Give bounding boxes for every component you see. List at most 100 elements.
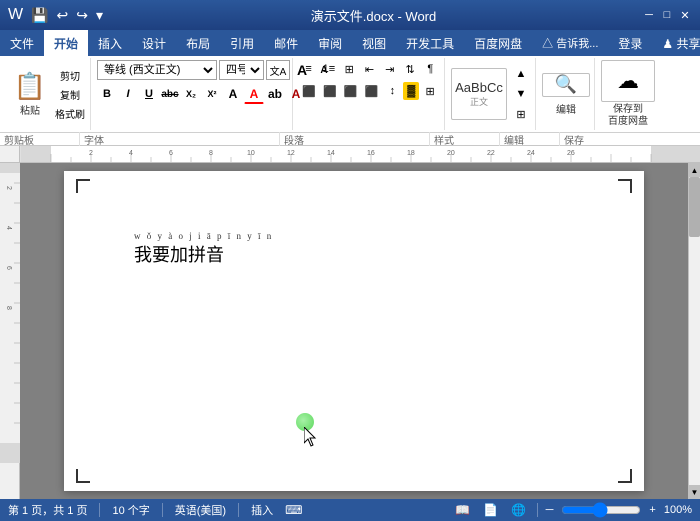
multilevel-button[interactable]: ⊞ <box>340 60 359 78</box>
bold-button[interactable]: B <box>97 84 117 104</box>
menu-developer[interactable]: 开发工具 <box>396 30 464 56</box>
status-zoom-out[interactable]: ─ <box>546 504 554 516</box>
redo-quick-btn[interactable]: ↪ <box>74 5 90 26</box>
svg-text:4: 4 <box>129 150 133 157</box>
svg-text:8: 8 <box>5 306 12 310</box>
strikethrough-button[interactable]: abc <box>160 84 180 104</box>
paste-label: 粘贴 <box>20 102 40 117</box>
font-group: 等线 (西文正文) 四号 文A A A B I U abc X₂ X² A <box>93 58 293 130</box>
bullets-button[interactable]: ≡ <box>299 60 318 78</box>
align-row: ⬛ ⬛ ⬛ ⬛ ↕ ▓ ⊞ <box>299 82 440 100</box>
status-right: 📖 📄 🌐 ─ + 100% <box>453 502 692 518</box>
save-baidu-button[interactable]: ☁ <box>601 60 655 102</box>
font-name-select[interactable]: 等线 (西文正文) <box>97 60 217 80</box>
window-restore-btn[interactable]: □ <box>660 8 674 22</box>
subscript-button[interactable]: X₂ <box>181 84 201 104</box>
svg-text:4: 4 <box>5 226 12 230</box>
list-row: ≡ 1≡ ⊞ ⇤ ⇥ ⇅ ¶ <box>299 60 440 78</box>
increase-indent-button[interactable]: ⇥ <box>380 60 399 78</box>
paste-icon: 📋 <box>14 71 46 102</box>
align-left-button[interactable]: ⬛ <box>299 82 319 100</box>
clipboard-group-label: 剪贴板 <box>0 132 80 147</box>
format-painter-button[interactable]: 格式刷 <box>54 105 86 122</box>
clipboard-group: 📋 粘贴 剪切 复制 格式刷 <box>4 58 91 130</box>
cut-button[interactable]: 剪切 <box>54 67 86 84</box>
window-close-btn[interactable]: ✕ <box>678 8 692 22</box>
menu-tell-me[interactable]: △ 告诉我... <box>532 30 608 56</box>
status-divider-4 <box>537 503 538 517</box>
paragraph-group-label: 段落 <box>280 132 430 147</box>
svg-text:2: 2 <box>5 186 12 190</box>
svg-text:6: 6 <box>5 266 12 270</box>
style-normal-box[interactable]: AaBbCc 正文 <box>451 68 507 120</box>
edit-group-label: 编辑 <box>500 132 560 147</box>
customize-quick-btn[interactable]: ▾ <box>94 5 105 26</box>
title-bar-left: W 💾 ↩ ↪ ▾ <box>8 5 105 26</box>
scroll-track <box>689 177 700 485</box>
ruler-area: 2 4 6 8 10 12 14 16 18 20 22 24 26 <box>0 146 700 163</box>
menu-review[interactable]: 审阅 <box>308 30 352 56</box>
justify-button[interactable]: ⬛ <box>362 82 382 100</box>
show-marks-button[interactable]: ¶ <box>421 60 440 78</box>
status-divider-1 <box>99 503 100 517</box>
menu-mailings[interactable]: 邮件 <box>264 30 308 56</box>
print-view-btn[interactable]: 📄 <box>481 502 501 518</box>
menu-login[interactable]: 登录 <box>608 30 652 56</box>
paste-button[interactable]: 📋 粘贴 <box>8 66 52 122</box>
scroll-up-btn[interactable]: ▲ <box>689 163 700 177</box>
font-size-select[interactable]: 四号 <box>219 60 264 80</box>
zoom-slider[interactable] <box>561 505 641 515</box>
menu-view[interactable]: 视图 <box>352 30 396 56</box>
edit-label: 编辑 <box>556 101 576 116</box>
line-spacing-button[interactable]: ↕ <box>382 82 402 100</box>
align-center-button[interactable]: ⬛ <box>320 82 340 100</box>
clipboard-small-buttons: 剪切 复制 格式刷 <box>54 67 86 122</box>
document-page[interactable]: w ǒ y à o j i ā p ī n y ī n 我要加拼音 <box>64 171 644 491</box>
undo-quick-btn[interactable]: ↩ <box>55 5 71 26</box>
status-zoom-in[interactable]: + <box>649 504 655 516</box>
numbering-button[interactable]: 1≡ <box>319 60 338 78</box>
menu-layout[interactable]: 布局 <box>176 30 220 56</box>
text-color-button[interactable]: A <box>244 84 264 104</box>
scroll-down-btn[interactable]: ▼ <box>689 485 700 499</box>
text-effect-button[interactable]: A <box>223 84 243 104</box>
highlight-button[interactable]: ab <box>265 84 285 104</box>
pinyin-annotation: w ǒ y à o j i ā p ī n y ī n <box>134 231 273 241</box>
menu-share[interactable]: ♟ 共享 <box>652 30 700 56</box>
web-view-btn[interactable]: 🌐 <box>509 502 529 518</box>
read-view-btn[interactable]: 📖 <box>453 502 473 518</box>
menu-bar: 文件 开始 插入 设计 布局 引用 邮件 审阅 视图 开发工具 百度网盘 △ 告… <box>0 30 700 56</box>
window-minimize-btn[interactable]: ─ <box>642 8 656 22</box>
save-quick-btn[interactable]: 💾 <box>29 5 50 26</box>
style-more[interactable]: ⊞ <box>511 105 531 123</box>
horizontal-ruler: 2 4 6 8 10 12 14 16 18 20 22 24 26 <box>20 146 700 162</box>
shading-button[interactable]: ▓ <box>403 82 419 100</box>
underline-button[interactable]: U <box>139 84 159 104</box>
page-container: w ǒ y à o j i ā p ī n y ī n 我要加拼音 <box>20 163 688 499</box>
status-zoom-level: 100% <box>664 504 692 516</box>
svg-text:12: 12 <box>287 150 295 157</box>
superscript-button[interactable]: X² <box>202 84 222 104</box>
copy-button[interactable]: 复制 <box>54 86 86 103</box>
decrease-indent-button[interactable]: ⇤ <box>360 60 379 78</box>
italic-button[interactable]: I <box>118 84 138 104</box>
vertical-scrollbar[interactable]: ▲ ▼ <box>688 163 700 499</box>
style-scroll-down[interactable]: ▼ <box>511 85 531 103</box>
clear-format-button[interactable]: 文A <box>266 60 290 80</box>
svg-text:14: 14 <box>327 150 335 157</box>
border-button[interactable]: ⊞ <box>420 82 440 100</box>
save-group-label: 保存 <box>560 132 630 147</box>
save-baidu-label: 保存到百度网盘 <box>608 104 648 128</box>
align-right-button[interactable]: ⬛ <box>341 82 361 100</box>
menu-home[interactable]: 开始 <box>44 30 88 56</box>
menu-design[interactable]: 设计 <box>132 30 176 56</box>
find-button[interactable]: 🔍 <box>542 73 590 97</box>
paragraph-group: ≡ 1≡ ⊞ ⇤ ⇥ ⇅ ¶ ⬛ ⬛ ⬛ ⬛ ↕ ▓ ⊞ <box>295 58 445 130</box>
scroll-thumb[interactable] <box>689 177 700 237</box>
menu-insert[interactable]: 插入 <box>88 30 132 56</box>
menu-baidu[interactable]: 百度网盘 <box>464 30 532 56</box>
style-scroll-up[interactable]: ▲ <box>511 65 531 83</box>
menu-file[interactable]: 文件 <box>0 30 44 56</box>
menu-references[interactable]: 引用 <box>220 30 264 56</box>
sort-button[interactable]: ⇅ <box>400 60 419 78</box>
